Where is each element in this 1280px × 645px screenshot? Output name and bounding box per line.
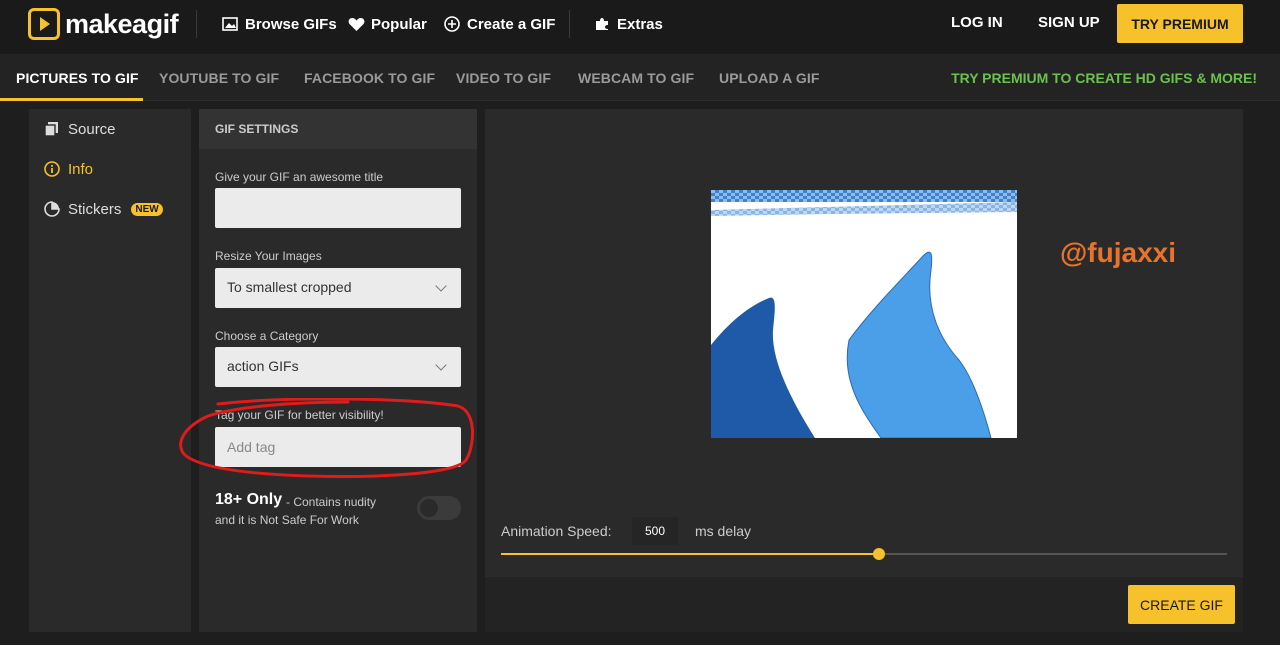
tag-label: Tag your GIF for better visibility! [215, 408, 384, 422]
nav-label: Create a GIF [467, 15, 556, 33]
title-input[interactable] [215, 188, 461, 228]
sidebar-item-info[interactable]: Info [44, 159, 93, 179]
nav-popular[interactable]: Popular [347, 14, 427, 34]
tab-pictures-to-gif[interactable]: PICTURES TO GIF [16, 70, 139, 86]
chevron-down-icon [435, 359, 447, 371]
nav-extras[interactable]: Extras [593, 14, 663, 34]
speed-unit: ms delay [695, 523, 752, 539]
speed-slider[interactable] [501, 548, 1227, 560]
nav-label: Popular [371, 15, 427, 33]
category-value: action GIFs [227, 358, 299, 374]
category-label: Choose a Category [215, 329, 319, 343]
preview-image [711, 190, 1017, 438]
speed-input[interactable]: 500 [632, 517, 678, 545]
title-field[interactable] [215, 188, 461, 228]
new-badge: NEW [131, 202, 163, 216]
nav-create-gif[interactable]: Create a GIF [443, 14, 555, 34]
copy-icon [44, 121, 60, 137]
conversion-tabs: PICTURES TO GIF YOUTUBE TO GIF FACEBOOK … [0, 54, 1280, 101]
step-sidebar: Source Info Stickers NEW [29, 109, 191, 632]
sidebar-item-stickers[interactable]: Stickers NEW [44, 199, 163, 219]
sticker-icon [44, 201, 60, 217]
heart-icon [347, 15, 365, 33]
premium-promo-link[interactable]: TRY PREMIUM TO CREATE HD GIFS & MORE! [951, 70, 1257, 86]
logo-text: makeagif [65, 8, 179, 39]
info-icon [44, 161, 60, 177]
tag-input[interactable] [215, 427, 461, 467]
nsfw-description-line2: and it is Not Safe For Work [215, 513, 359, 527]
top-header: makeagif Browse GIFs Popular Create a GI… [0, 0, 1280, 54]
chevron-down-icon [435, 280, 447, 292]
active-tab-indicator [0, 98, 143, 101]
image-icon [221, 15, 239, 33]
slider-thumb[interactable] [872, 548, 885, 560]
nav-label: Browse GIFs [245, 15, 337, 33]
speed-label: Animation Speed: [501, 523, 612, 539]
nsfw-title: 18+ Only [215, 491, 283, 508]
play-icon [28, 8, 60, 40]
header-divider [569, 10, 570, 38]
sidebar-item-label: Stickers [68, 200, 122, 218]
action-bar: CREATE GIF [485, 577, 1243, 632]
puzzle-icon [593, 15, 611, 33]
gif-settings-panel: GIF SETTINGS Give your GIF an awesome ti… [199, 109, 477, 632]
resize-select[interactable]: To smallest cropped [215, 268, 461, 308]
header-divider [196, 10, 197, 38]
resize-label: Resize Your Images [215, 249, 322, 263]
slider-fill [501, 553, 879, 555]
sidebar-item-label: Info [68, 160, 94, 178]
signup-link[interactable]: SIGN UP [1038, 14, 1100, 31]
category-select[interactable]: action GIFs [215, 347, 461, 387]
nav-label: Extras [617, 15, 663, 33]
sidebar-item-label: Source [68, 120, 116, 138]
tag-field[interactable] [215, 427, 461, 467]
login-link[interactable]: LOG IN [951, 14, 1003, 31]
try-premium-button[interactable]: TRY PREMIUM [1117, 4, 1243, 43]
nav-browse-gifs[interactable]: Browse GIFs [221, 14, 337, 34]
tab-video-to-gif[interactable]: VIDEO TO GIF [456, 70, 551, 86]
nsfw-toggle[interactable] [417, 496, 461, 520]
gif-preview-panel: @fujaxxi Animation Speed: 500 ms delay [485, 109, 1243, 577]
title-label: Give your GIF an awesome title [215, 170, 384, 184]
settings-header: GIF SETTINGS [199, 109, 477, 149]
settings-title: GIF SETTINGS [215, 122, 299, 136]
tab-upload-a-gif[interactable]: UPLOAD A GIF [719, 70, 820, 86]
tab-webcam-to-gif[interactable]: WEBCAM TO GIF [578, 70, 694, 86]
nsfw-description: - Contains nudity [286, 495, 377, 509]
tab-facebook-to-gif[interactable]: FACEBOOK TO GIF [304, 70, 435, 86]
watermark-text: @fujaxxi [1060, 237, 1177, 268]
tab-youtube-to-gif[interactable]: YOUTUBE TO GIF [159, 70, 279, 86]
makeagif-logo[interactable]: makeagif [28, 8, 179, 40]
create-gif-button[interactable]: CREATE GIF [1128, 585, 1235, 624]
sidebar-item-source[interactable]: Source [44, 119, 116, 139]
plus-circle-icon [443, 15, 461, 33]
resize-value: To smallest cropped [227, 279, 352, 295]
